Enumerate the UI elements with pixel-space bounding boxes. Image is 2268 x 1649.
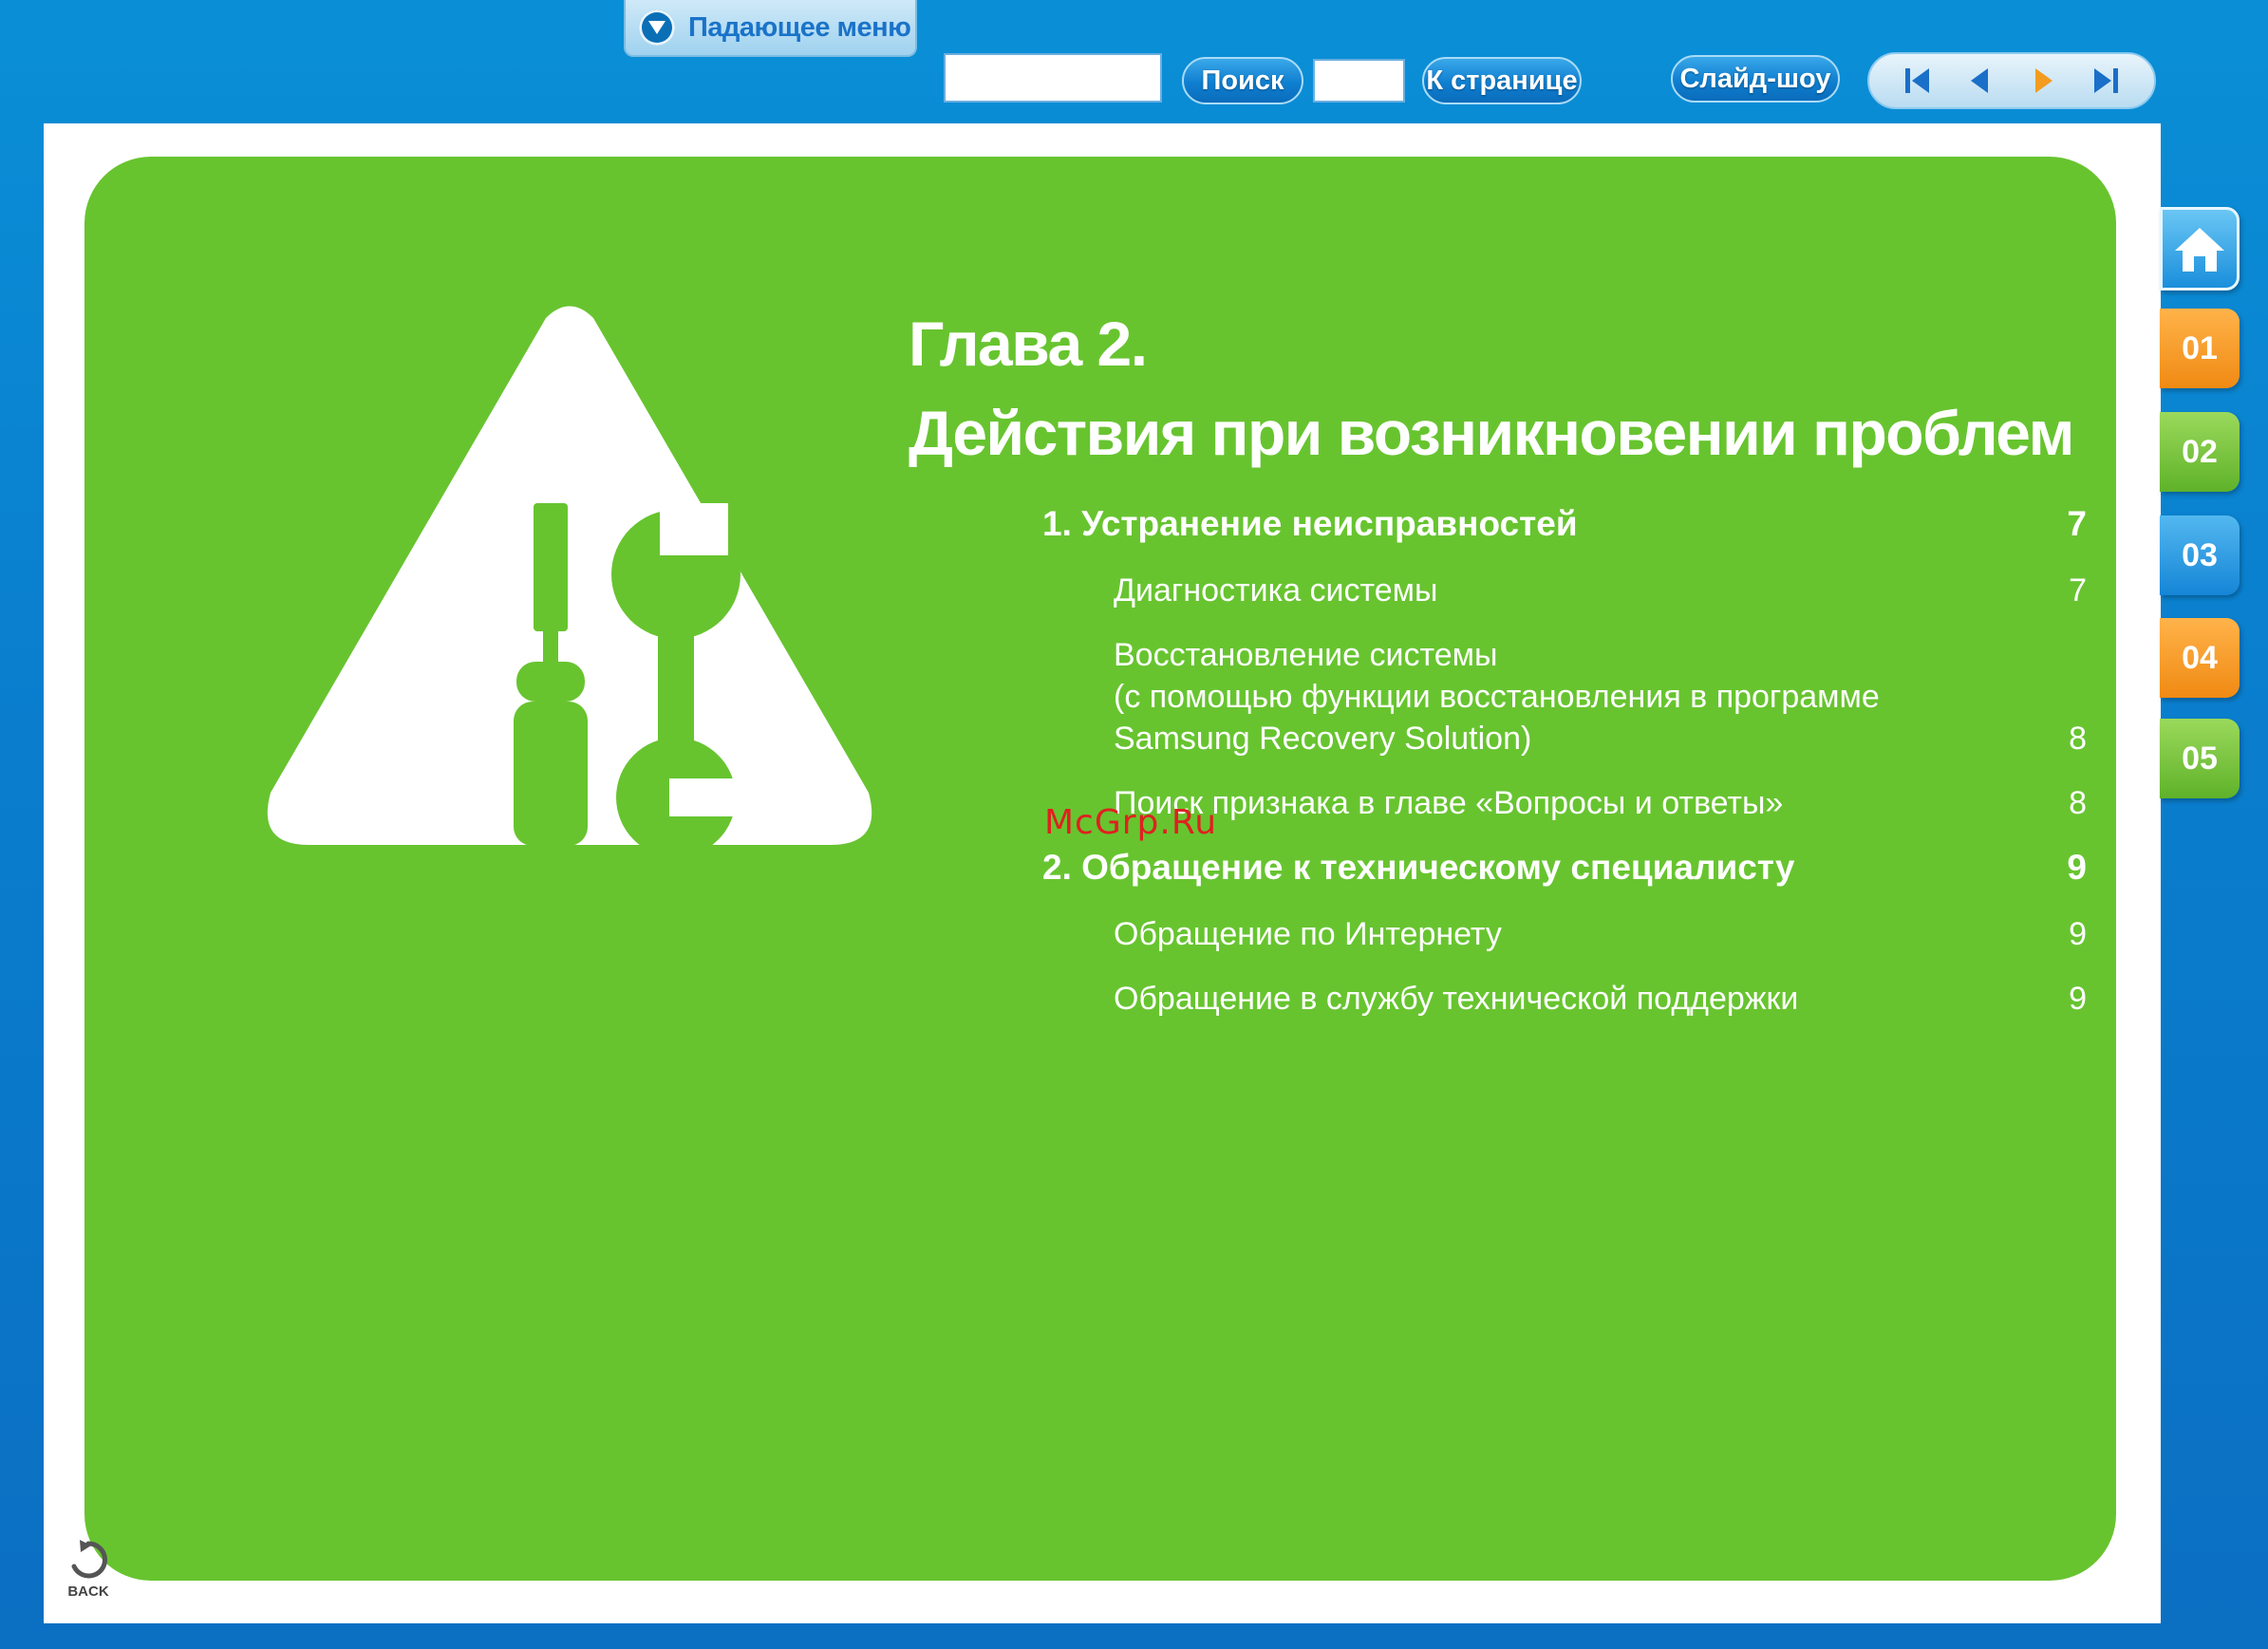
toc-item[interactable]: Диагностика системы 7	[1042, 570, 2087, 611]
slideshow-button[interactable]: Слайд-шоу	[1671, 55, 1840, 103]
toc-item-title: Диагностика системы	[1114, 572, 1438, 609]
chapter-tab-02[interactable]: 02	[2160, 412, 2240, 492]
home-tab[interactable]	[2160, 207, 2240, 290]
home-icon	[2175, 228, 2224, 272]
toc-item[interactable]: Восстановление системы (с помощью функци…	[1042, 634, 2087, 759]
toc-item-title: Восстановление системы (с помощью функци…	[1114, 637, 1880, 757]
toc-item[interactable]: 2. Обращение к техническому специалисту …	[1042, 847, 2087, 889]
toc-item-page: 7	[2069, 572, 2087, 609]
warning-triangle-tools-icon	[267, 306, 872, 850]
page-navigation	[1867, 52, 2156, 109]
toc-item[interactable]: 1. Устранение неисправностей 7	[1042, 503, 2087, 545]
toc-item-title: Обращение по Интернету	[1114, 916, 1502, 952]
chapter-tab-04[interactable]: 04	[2160, 618, 2240, 698]
chapter-name: Действия при возникновении проблем	[909, 398, 2074, 468]
toc-item-title: 2. Обращение к техническому специалисту	[1042, 848, 1795, 887]
chapter-tab-05[interactable]: 05	[2160, 719, 2240, 798]
chevron-down-icon	[639, 9, 675, 46]
toc-item-page: 8	[2069, 721, 2087, 757]
chapter-title: Глава 2. Действия при возникновении проб…	[909, 299, 2074, 478]
toc-item-page: 7	[2067, 504, 2087, 543]
last-page-icon[interactable]	[2085, 60, 2127, 102]
toc-item-title: 1. Устранение неисправностей	[1042, 504, 1578, 543]
chapter-number: Глава 2.	[909, 309, 1148, 379]
toc-item[interactable]: Обращение по Интернету 9	[1042, 913, 2087, 955]
watermark: McGrp.Ru	[1044, 803, 1218, 842]
toc-item[interactable]: Обращение в службу технической поддержки…	[1042, 978, 2087, 1020]
toc-item-page: 9	[2069, 916, 2087, 952]
toc-item-title: Обращение в службу технической поддержки	[1114, 981, 1799, 1017]
page-number-input[interactable]	[1313, 59, 1405, 103]
goto-page-button[interactable]: К странице	[1422, 57, 1582, 104]
table-of-contents: 1. Устранение неисправностей 7 Диагности…	[1042, 503, 2087, 1020]
toc-item-page: 9	[2069, 981, 2087, 1017]
dropdown-menu-label: Падающее меню	[688, 11, 911, 43]
chapter-tab-01[interactable]: 01	[2160, 309, 2240, 388]
next-page-icon[interactable]	[2022, 60, 2064, 102]
prev-page-icon[interactable]	[1959, 60, 2001, 102]
search-button[interactable]: Поиск	[1182, 57, 1303, 104]
chapter-tab-03[interactable]: 03	[2160, 515, 2240, 595]
first-page-icon[interactable]	[1897, 60, 1939, 102]
back-arrow-icon	[71, 1540, 107, 1579]
dropdown-menu-button[interactable]: Падающее меню	[624, 0, 917, 57]
back-button[interactable]: BACK	[59, 1538, 118, 1614]
toc-item-page: 9	[2067, 848, 2087, 887]
search-input[interactable]	[944, 53, 1162, 103]
back-label: BACK	[67, 1583, 109, 1600]
toc-item-page: 8	[2069, 785, 2087, 821]
